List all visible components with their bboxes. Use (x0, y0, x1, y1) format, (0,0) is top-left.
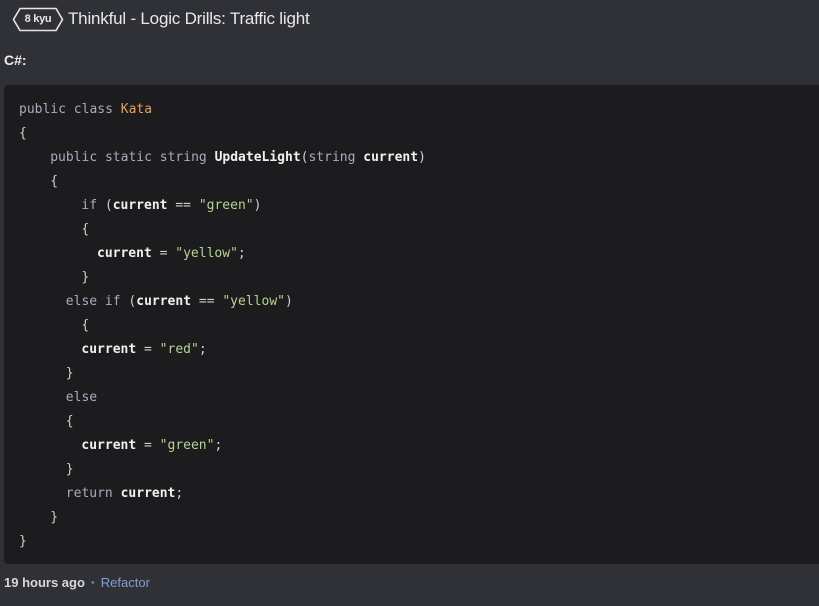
code-line: current = "red"; (4, 338, 819, 362)
code-keyword: string (308, 150, 364, 165)
code-punctuation: ; (175, 486, 184, 501)
code-string: "green" (159, 438, 215, 453)
code-keyword: else (65, 390, 98, 405)
code-keyword: if (81, 198, 105, 213)
solution-view: 8 kyu Thinkful - Logic Drills: Traffic l… (0, 0, 819, 606)
code-line: { (4, 218, 819, 242)
timestamp: 19 hours ago (4, 575, 85, 590)
code-punctuation: ; (237, 246, 246, 261)
code-line: { (4, 170, 819, 194)
code-punctuation: ; (198, 342, 207, 357)
language-label: C#: (4, 52, 27, 68)
separator-dot: • (90, 576, 95, 589)
code-punctuation: == (191, 294, 223, 309)
code-string: "yellow" (175, 246, 238, 261)
code-punctuation: { (50, 174, 59, 189)
refactor-link[interactable]: Refactor (101, 575, 150, 590)
code-line: } (4, 458, 819, 482)
code-keyword: public static string (50, 150, 215, 165)
code-line: } (4, 530, 819, 554)
code-identifier: UpdateLight (214, 150, 301, 165)
code-punctuation: ) (284, 294, 293, 309)
code-identifier: current (363, 150, 419, 165)
code-punctuation: { (19, 126, 27, 141)
code-punctuation: == (167, 198, 199, 213)
code-punctuation: { (81, 222, 90, 237)
code-punctuation: } (65, 462, 74, 477)
code-punctuation: ) (418, 150, 426, 165)
code-punctuation: ; (214, 438, 223, 453)
code-line: { (4, 314, 819, 338)
code-punctuation: ) (253, 198, 262, 213)
code-punctuation: = (136, 438, 160, 453)
code-line: if (current == "green") (4, 194, 819, 218)
code-string: "green" (198, 198, 254, 213)
code-punctuation: { (81, 318, 90, 333)
code-string: "red" (159, 342, 199, 357)
code-line: } (4, 362, 819, 386)
code-keyword: else if (65, 294, 129, 309)
kyu-rank-badge[interactable]: 8 kyu (12, 7, 64, 32)
kata-header: 8 kyu Thinkful - Logic Drills: Traffic l… (12, 6, 310, 32)
code-line: public class Kata (4, 98, 819, 122)
code-punctuation: } (50, 510, 59, 525)
kata-title[interactable]: Thinkful - Logic Drills: Traffic light (68, 9, 310, 29)
code-line: { (4, 410, 819, 434)
code-block: public class Kata { public static string U… (4, 85, 819, 564)
code-line: else if (current == "yellow") (4, 290, 819, 314)
code-punctuation: ( (104, 198, 113, 213)
code-keyword: return (65, 486, 121, 501)
code-line: else (4, 386, 819, 410)
code-punctuation: { (65, 414, 74, 429)
solution-footer: 19 hours ago • Refactor (4, 575, 150, 590)
code-lines: public class Kata { public static string U… (4, 98, 819, 554)
code-line: } (4, 506, 819, 530)
code-identifier: current (112, 198, 168, 213)
code-string: "yellow" (222, 294, 285, 309)
code-identifier: current (120, 486, 176, 501)
code-line: public static string UpdateLight(string … (4, 146, 819, 170)
code-identifier: current (81, 438, 137, 453)
code-line: return current; (4, 482, 819, 506)
code-keyword: public class (19, 102, 121, 117)
kyu-rank-text: 8 kyu (24, 13, 52, 25)
code-line: current = "green"; (4, 434, 819, 458)
code-punctuation: = (151, 246, 176, 261)
code-punctuation: } (65, 366, 74, 381)
code-punctuation: = (136, 342, 160, 357)
code-line: } (4, 266, 819, 290)
code-line: current = "yellow"; (4, 242, 819, 266)
code-line: { (4, 122, 819, 146)
code-punctuation: } (81, 270, 90, 285)
code-identifier: current (97, 246, 152, 261)
code-identifier: current (81, 342, 137, 357)
code-punctuation: } (19, 534, 27, 549)
code-class-name: Kata (120, 102, 153, 117)
code-identifier: current (136, 294, 192, 309)
